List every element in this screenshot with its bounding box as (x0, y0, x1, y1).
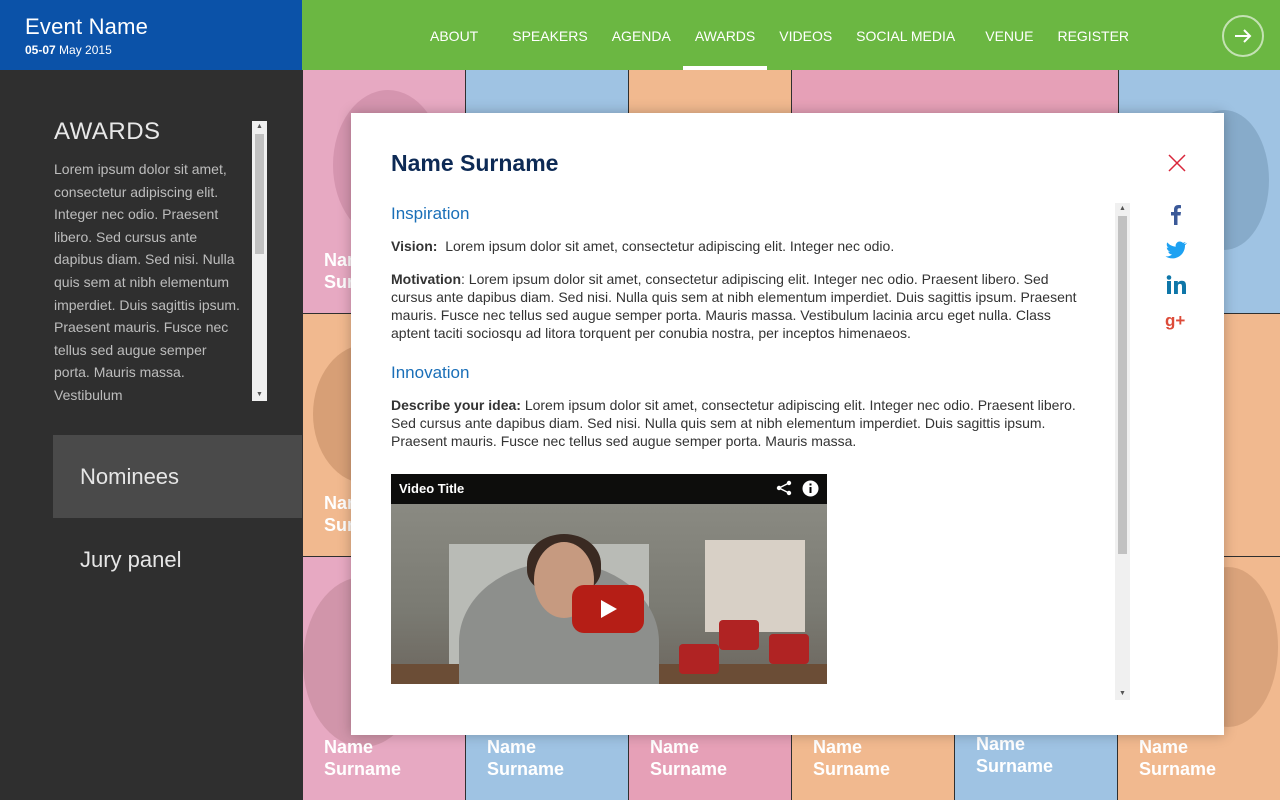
section-heading-inspiration: Inspiration (391, 205, 470, 223)
vision-paragraph: Vision: Lorem ipsum dolor sit amet, cons… (391, 237, 1081, 255)
scroll-up-arrow-icon[interactable]: ▲ (252, 121, 267, 133)
nominee-name: Name Surname (487, 737, 565, 779)
nominee-detail-modal: Name Surname Inspiration Vision: Lorem i… (351, 113, 1224, 735)
modal-title: Name Surname (391, 150, 559, 176)
google-plus-icon[interactable]: g+ (1164, 308, 1188, 331)
sidebar-description: Lorem ipsum dolor sit amet, consectetur … (54, 161, 240, 400)
scrollbar-thumb[interactable] (1118, 216, 1127, 554)
nav-item-awards[interactable]: AWARDS (682, 0, 768, 70)
modal-scrollbar[interactable]: ▲ ▼ (1115, 203, 1130, 700)
event-dates-month: May 2015 (55, 43, 112, 57)
nav-item-speakers[interactable]: SPEAKERS (500, 0, 599, 70)
nominee-name: Name Surname (650, 737, 728, 779)
close-button[interactable] (1167, 153, 1187, 173)
sidebar: AWARDS Lorem ipsum dolor sit amet, conse… (0, 70, 302, 800)
nominee-name: Name Surname (324, 737, 402, 779)
motivation-text: : Lorem ipsum dolor sit amet, consectetu… (391, 271, 1077, 341)
nav-item-venue[interactable]: VENUE (973, 0, 1045, 70)
event-name: Event Name (25, 14, 149, 39)
social-share-links: g+ (1163, 203, 1189, 331)
twitter-icon[interactable] (1164, 238, 1188, 261)
vision-label: Vision: (391, 238, 438, 254)
nav-item-about[interactable]: ABOUT (418, 0, 490, 70)
nominee-name: Name Surname (976, 734, 1054, 776)
vision-text: Lorem ipsum dolor sit amet, consectetur … (437, 238, 895, 254)
scroll-up-arrow-icon[interactable]: ▲ (1115, 203, 1130, 215)
nav-item-social-media[interactable]: SOCIAL MEDIA (844, 0, 967, 70)
event-dates: 05-07 May 2015 (25, 43, 277, 57)
top-navigation: ABOUT SPEAKERS AGENDA AWARDS VIDEOS SOCI… (302, 0, 1280, 70)
video-title: Video Title (399, 481, 465, 496)
idea-paragraph: Describe your idea: Lorem ipsum dolor si… (391, 396, 1081, 450)
modal-content: Inspiration Vision: Lorem ipsum dolor si… (391, 205, 1081, 705)
info-icon[interactable] (802, 480, 819, 497)
idea-label: Describe your idea: (391, 397, 521, 413)
nominee-name: Name Surname (813, 737, 891, 779)
nominee-name: Name Surname (1139, 737, 1217, 779)
sidebar-item-jury-panel[interactable]: Jury panel (53, 518, 302, 601)
facebook-icon[interactable] (1164, 203, 1188, 226)
play-icon (601, 600, 617, 618)
motivation-label: Motivation (391, 271, 461, 287)
svg-text:g+: g+ (1165, 311, 1185, 330)
video-player[interactable]: Video Title (391, 474, 827, 684)
video-title-bar: Video Title (391, 474, 827, 504)
sidebar-title: AWARDS (54, 118, 161, 145)
scroll-down-arrow-icon[interactable]: ▼ (1115, 688, 1130, 700)
motivation-paragraph: Motivation: Lorem ipsum dolor sit amet, … (391, 270, 1081, 342)
play-button[interactable] (572, 585, 644, 633)
next-button[interactable] (1222, 15, 1264, 57)
close-icon (1168, 154, 1186, 172)
scroll-down-arrow-icon[interactable]: ▼ (252, 389, 267, 401)
sidebar-scrollbar[interactable]: ▲ ▼ (252, 121, 267, 401)
arrow-right-icon (1235, 29, 1252, 43)
sidebar-item-nominees[interactable]: Nominees (53, 435, 302, 518)
nav-item-agenda[interactable]: AGENDA (600, 0, 683, 70)
section-heading-innovation: Innovation (391, 363, 470, 382)
linkedin-icon[interactable] (1164, 273, 1188, 296)
scrollbar-thumb[interactable] (255, 134, 264, 254)
share-icon[interactable] (776, 480, 792, 496)
brand-block[interactable]: Event Name 05-07 May 2015 (0, 0, 302, 70)
event-dates-range: 05-07 (25, 43, 56, 57)
nav-item-register[interactable]: REGISTER (1045, 0, 1141, 70)
nav-item-videos[interactable]: VIDEOS (767, 0, 844, 70)
